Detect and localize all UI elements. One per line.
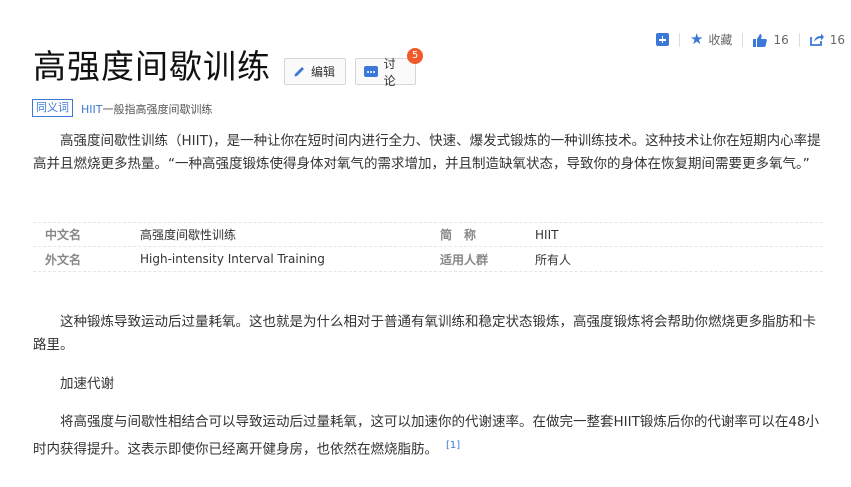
star-icon: ★ <box>689 30 704 48</box>
like-count: 16 <box>773 32 789 47</box>
collect-label: 收藏 <box>708 33 733 47</box>
intro-paragraph: 高强度间歇性训练（HIIT)，是一种让你在短时间内进行全力、快速、爆发式锻炼的一… <box>33 133 821 172</box>
info-value: 所有人 <box>535 252 572 267</box>
edit-button[interactable]: 编辑 <box>284 58 346 85</box>
synonym-link[interactable]: HIIT <box>81 103 102 116</box>
share-icon <box>809 33 824 46</box>
thumbs-up-icon <box>753 33 768 47</box>
info-row: 外文名 High-intensity Interval Training 适用人… <box>33 247 823 272</box>
metabolism-text: 将高强度与间歇性相结合可以导致运动后过量耗氧，这可以加速你的代谢速率。在做完一整… <box>33 414 820 458</box>
collect-button[interactable]: ★ 收藏 <box>690 31 732 48</box>
share-count: 16 <box>829 32 845 47</box>
info-value: HIIT <box>535 227 559 242</box>
pencil-icon <box>294 67 304 77</box>
toolbar-divider <box>678 32 680 47</box>
reference-link[interactable]: [1] <box>446 440 460 451</box>
info-key: 外文名 <box>45 252 82 267</box>
metabolism-paragraph: 将高强度与间歇性相结合可以导致运动后过量耗氧，这可以加速你的代谢速率。在做完一整… <box>33 411 823 462</box>
toolbar-divider <box>798 32 800 47</box>
basic-info-table: 中文名 高强度间歇性训练 简 称 HIIT 外文名 High-intensity… <box>33 222 823 272</box>
edit-label: 编辑 <box>311 65 336 79</box>
info-key: 适用人群 <box>440 252 489 267</box>
share-button[interactable]: 16 <box>809 32 845 47</box>
chat-icon <box>364 66 378 77</box>
page-title: 高强度间歇训练 <box>33 47 271 86</box>
synonym-line: HIIT一般指高强度间歇训练 <box>81 101 212 117</box>
section-heading: 加速代谢 <box>60 376 114 392</box>
discuss-label: 讨论 <box>383 56 396 88</box>
info-row: 中文名 高强度间歇性训练 简 称 HIIT <box>33 222 823 247</box>
discuss-button[interactable]: 讨论 <box>355 57 416 88</box>
info-value: 高强度间歇性训练 <box>140 228 237 242</box>
synonym-description: 一般指高强度间歇训练 <box>102 103 213 116</box>
info-value: High-intensity Interval Training <box>140 252 325 266</box>
discuss-count-badge: 5 <box>407 48 423 64</box>
info-key: 简 称 <box>440 228 477 242</box>
plus-square-icon <box>655 33 669 46</box>
add-button[interactable] <box>655 33 669 46</box>
toolbar-divider <box>742 32 744 47</box>
synonym-tag[interactable]: 同义词 <box>32 99 73 117</box>
article-toolbar: ★ 收藏 16 16 <box>655 31 845 48</box>
like-button[interactable]: 16 <box>753 32 789 47</box>
afterburn-paragraph: 这种锻炼导致运动后过量耗氧。这也就是为什么相对于普通有氧训练和稳定状态锻炼，高强… <box>33 314 816 353</box>
info-key: 中文名 <box>45 228 82 242</box>
